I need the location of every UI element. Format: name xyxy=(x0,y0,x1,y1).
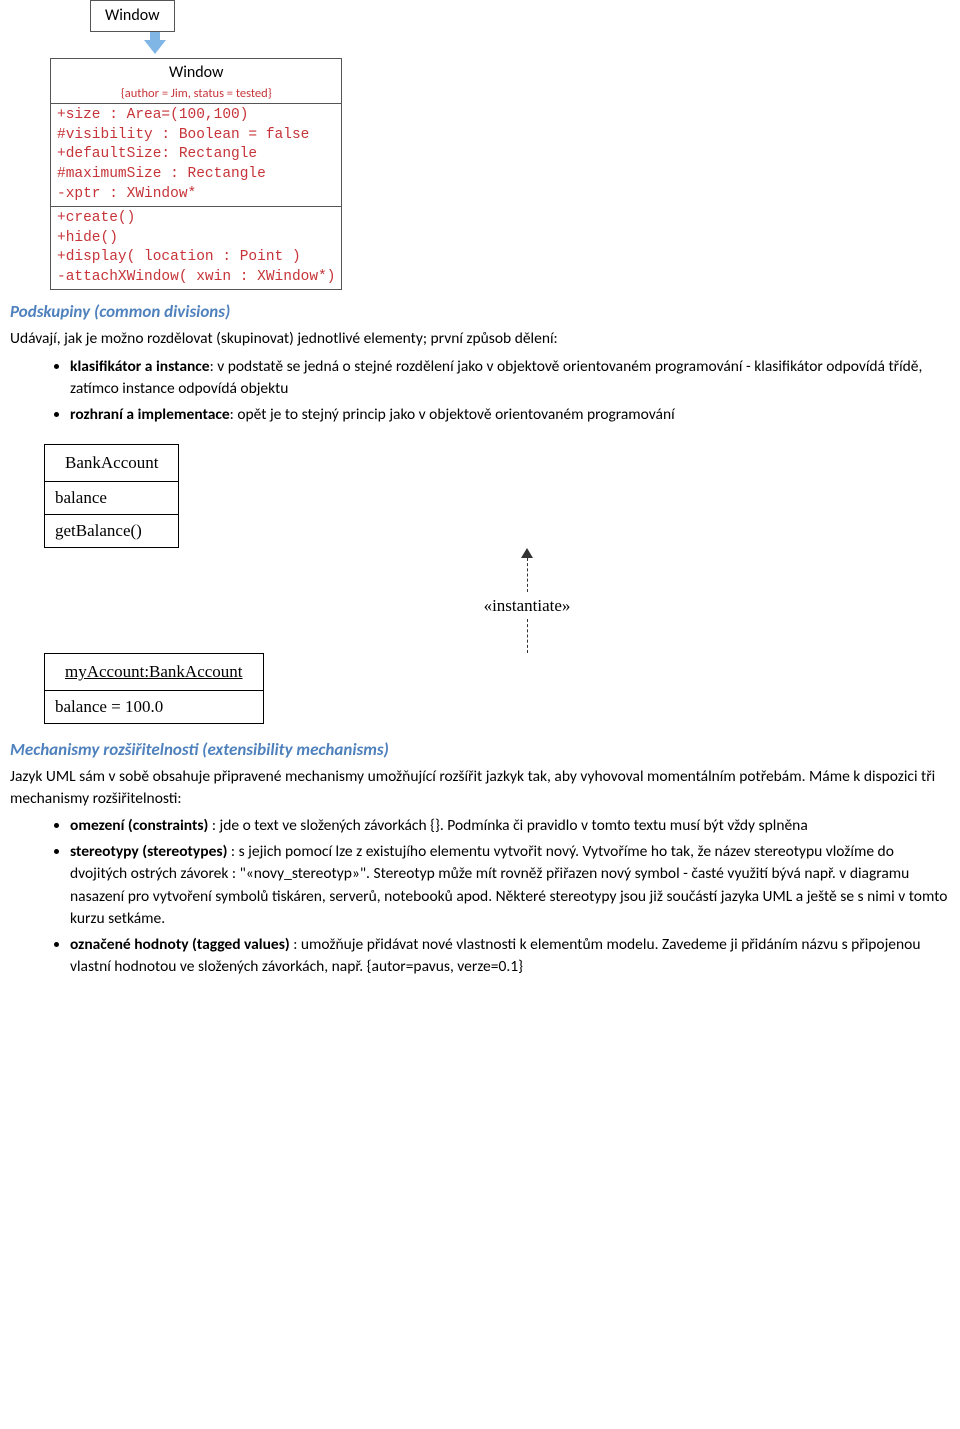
list-bold: rozhraní a implementace xyxy=(70,405,230,424)
uml-attr-row: #visibility : Boolean = false xyxy=(57,126,335,146)
list-item: rozhraní a implementace: opět je to stej… xyxy=(70,404,950,426)
uml-top-label: Window xyxy=(91,1,174,31)
list-bold: stereotypy (stereotypes) xyxy=(70,842,227,861)
uml-op-row: +hide() xyxy=(57,229,335,249)
bank-class-name: BankAccount xyxy=(45,445,178,481)
uml-op-row: +create() xyxy=(57,209,335,229)
uml-op-row: +display( location : Point ) xyxy=(57,248,335,268)
instantiate-label: «instantiate» xyxy=(484,594,571,618)
section2-list: omezení (constraints) : jde o text ve sl… xyxy=(10,815,950,978)
list-item: klasifikátor a instance: v podstatě se j… xyxy=(70,356,950,401)
uml-class-tagged: {author = Jim, status = tested} xyxy=(61,85,331,103)
list-bold: označené hodnoty (tagged values) xyxy=(70,935,290,954)
section1-intro: Udávají, jak je možno rozdělovat (skupin… xyxy=(10,328,950,350)
uml-operations: +create() +hide() +display( location : P… xyxy=(51,206,341,289)
bank-attr: balance xyxy=(45,481,178,514)
bank-instance-name: myAccount:BankAccount xyxy=(45,654,263,690)
bank-class-box: BankAccount balance getBalance() xyxy=(44,444,179,547)
section1-list: klasifikátor a instance: v podstatě se j… xyxy=(10,356,950,426)
uml-attr-row: +size : Area=(100,100) xyxy=(57,106,335,126)
arrow-down-icon xyxy=(144,40,166,54)
uml-class-name: Window xyxy=(61,62,331,84)
uml-bank-diagram: BankAccount balance getBalance() «instan… xyxy=(44,444,950,724)
list-rest: : opět je to stejný princip jako v objek… xyxy=(230,405,675,424)
section1-heading: Podskupiny (common divisions) xyxy=(10,300,950,324)
dashed-line-icon xyxy=(527,558,528,592)
uml-class-box: Window {author = Jim, status = tested} +… xyxy=(50,58,342,290)
uml-attr-row: -xptr : XWindow* xyxy=(57,185,335,205)
arrowhead-icon xyxy=(521,548,533,558)
list-item: označené hodnoty (tagged values) : umožň… xyxy=(70,934,950,979)
list-bold: klasifikátor a instance xyxy=(70,357,210,376)
list-bold: omezení (constraints) xyxy=(70,816,208,835)
uml-attributes: +size : Area=(100,100) #visibility : Boo… xyxy=(51,103,341,206)
uml-attr-row: +defaultSize: Rectangle xyxy=(57,145,335,165)
uml-op-row: -attachXWindow( xwin : XWindow*) xyxy=(57,268,335,288)
list-item: omezení (constraints) : jde o text ve sl… xyxy=(70,815,950,837)
list-rest: : jde o text ve složených závorkách {}. … xyxy=(208,816,807,835)
instantiate-arrow: «instantiate» xyxy=(104,548,950,654)
list-item: stereotypy (stereotypes) : s jejich pomo… xyxy=(70,841,950,931)
dashed-line-icon xyxy=(527,619,528,653)
section2-heading: Mechanismy rozšiřitelnosti (extensibilit… xyxy=(10,738,950,762)
uml-top-box: Window xyxy=(90,0,175,32)
uml-attr-row: #maximumSize : Rectangle xyxy=(57,165,335,185)
section2-intro: Jazyk UML sám v sobě obsahuje připravené… xyxy=(10,766,950,809)
bank-instance-box: myAccount:BankAccount balance = 100.0 xyxy=(44,653,264,724)
bank-op: getBalance() xyxy=(45,514,178,547)
uml-window-diagram: Window Window {author = Jim, status = te… xyxy=(50,0,950,290)
bank-instance-attr: balance = 100.0 xyxy=(45,690,263,723)
